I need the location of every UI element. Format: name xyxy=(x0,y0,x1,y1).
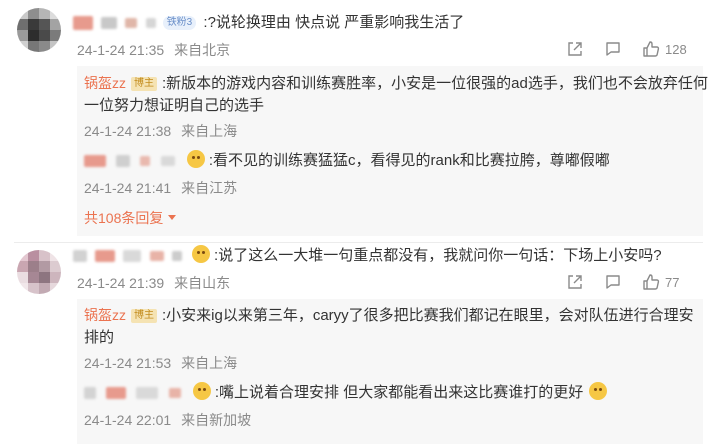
reply-row: :嘴上说着合理安排 但大家都能看出来这比赛谁打的更好 xyxy=(84,382,608,404)
comment-row: :说了这么一大堆一句重点都没有，我就问你一句话：下场上小安吗? xyxy=(73,245,662,267)
comment-text: :?说轮换理由 快点说 严重影响我生活了 xyxy=(203,14,465,31)
location: 来自上海 xyxy=(181,123,238,139)
reply-text: :嘴上说着合理安排 但大家都能看出来这比赛谁打的更好 xyxy=(214,384,584,401)
location: 来自上海 xyxy=(181,355,238,371)
fan-emoji-icon xyxy=(191,245,210,263)
timestamp: 24-1-24 21:38 xyxy=(84,123,172,139)
comment-text: :说了这么一大堆一句重点都没有，我就问你一句话：下场上小安吗? xyxy=(214,247,662,264)
comment-actions: 128 xyxy=(566,40,687,58)
comment-meta: 24-1-24 21:39 来自山东 xyxy=(77,273,230,293)
like-button[interactable]: 128 xyxy=(642,40,687,58)
username-blurred[interactable] xyxy=(84,155,106,168)
comment-icon[interactable] xyxy=(604,40,622,58)
more-replies-link[interactable]: 共108条回复 xyxy=(84,208,177,228)
divider xyxy=(14,242,703,243)
avatar[interactable] xyxy=(17,250,61,294)
like-button[interactable]: 77 xyxy=(642,273,679,291)
comment-icon[interactable] xyxy=(604,273,622,291)
reply-text-cont: 一位努力想证明自己的选手 xyxy=(84,97,265,114)
like-icon xyxy=(643,41,660,57)
reply-meta: 24-1-24 21:38 来自上海 xyxy=(84,121,237,141)
timestamp: 24-1-24 22:01 xyxy=(84,412,172,428)
comment-meta: 24-1-24 21:35 来自北京 xyxy=(77,40,230,60)
location: 来自新加坡 xyxy=(181,412,252,428)
like-icon xyxy=(643,274,660,290)
reply-row: 锅盔zz 博主 :小安来ig以来第三年，caryy了很多把比赛我们都记在眼里，会对队… xyxy=(84,304,694,327)
reply-author[interactable]: 锅盔zz xyxy=(84,307,126,323)
reply-row: 锅盔zz 博主 :新版本的游戏内容和训练赛胜率，小安是一位很强的ad选手，我们也不会… xyxy=(84,72,708,95)
reply-text-cont: 排的 xyxy=(84,329,115,346)
location: 来自山东 xyxy=(174,275,231,291)
reply-row: :看不见的训练赛猛猛c，看得见的rank和比赛拉胯，尊嘟假嘟 xyxy=(84,150,610,172)
timestamp: 24-1-24 21:35 xyxy=(77,42,165,58)
like-count: 77 xyxy=(665,274,680,290)
chevron-down-icon xyxy=(168,215,177,220)
timestamp: 24-1-24 21:39 xyxy=(77,275,165,291)
timestamp: 24-1-24 21:41 xyxy=(84,180,172,196)
like-count: 128 xyxy=(665,41,687,57)
location: 来自北京 xyxy=(174,42,231,58)
reply-author[interactable]: 锅盔zz xyxy=(84,75,126,91)
share-icon[interactable] xyxy=(566,40,584,58)
reply-text: :看不见的训练赛猛猛c，看得见的rank和比赛拉胯，尊嘟假嘟 xyxy=(208,152,610,169)
fan-badge: 铁粉3 xyxy=(162,16,197,30)
emoji-icon xyxy=(589,382,608,400)
location: 来自江苏 xyxy=(181,180,238,196)
author-badge: 博主 xyxy=(131,309,157,323)
reply-meta: 24-1-24 22:01 来自新加坡 xyxy=(84,410,251,430)
reply-meta: 24-1-24 21:41 来自江苏 xyxy=(84,178,237,198)
reply-text: :小安来ig以来第三年，caryy了很多把比赛我们都记在眼里，会对队伍进行合理安 xyxy=(162,307,694,324)
username-blurred[interactable] xyxy=(73,16,93,31)
share-icon[interactable] xyxy=(566,273,584,291)
avatar[interactable] xyxy=(17,8,61,52)
comment-row: 铁粉3 :?说轮换理由 快点说 严重影响我生活了 xyxy=(73,12,464,34)
username-blurred[interactable] xyxy=(84,387,96,400)
reply-meta: 24-1-24 21:53 来自上海 xyxy=(84,353,237,373)
username-blurred[interactable] xyxy=(73,250,87,263)
fan-emoji-icon xyxy=(186,150,205,168)
author-badge: 博主 xyxy=(131,77,157,91)
timestamp: 24-1-24 21:53 xyxy=(84,355,172,371)
comment-actions: 77 xyxy=(566,273,679,291)
reply-text: :新版本的游戏内容和训练赛胜率，小安是一位很强的ad选手，我们也不会放弃任何 xyxy=(162,75,708,92)
fan-emoji-icon xyxy=(192,382,211,400)
